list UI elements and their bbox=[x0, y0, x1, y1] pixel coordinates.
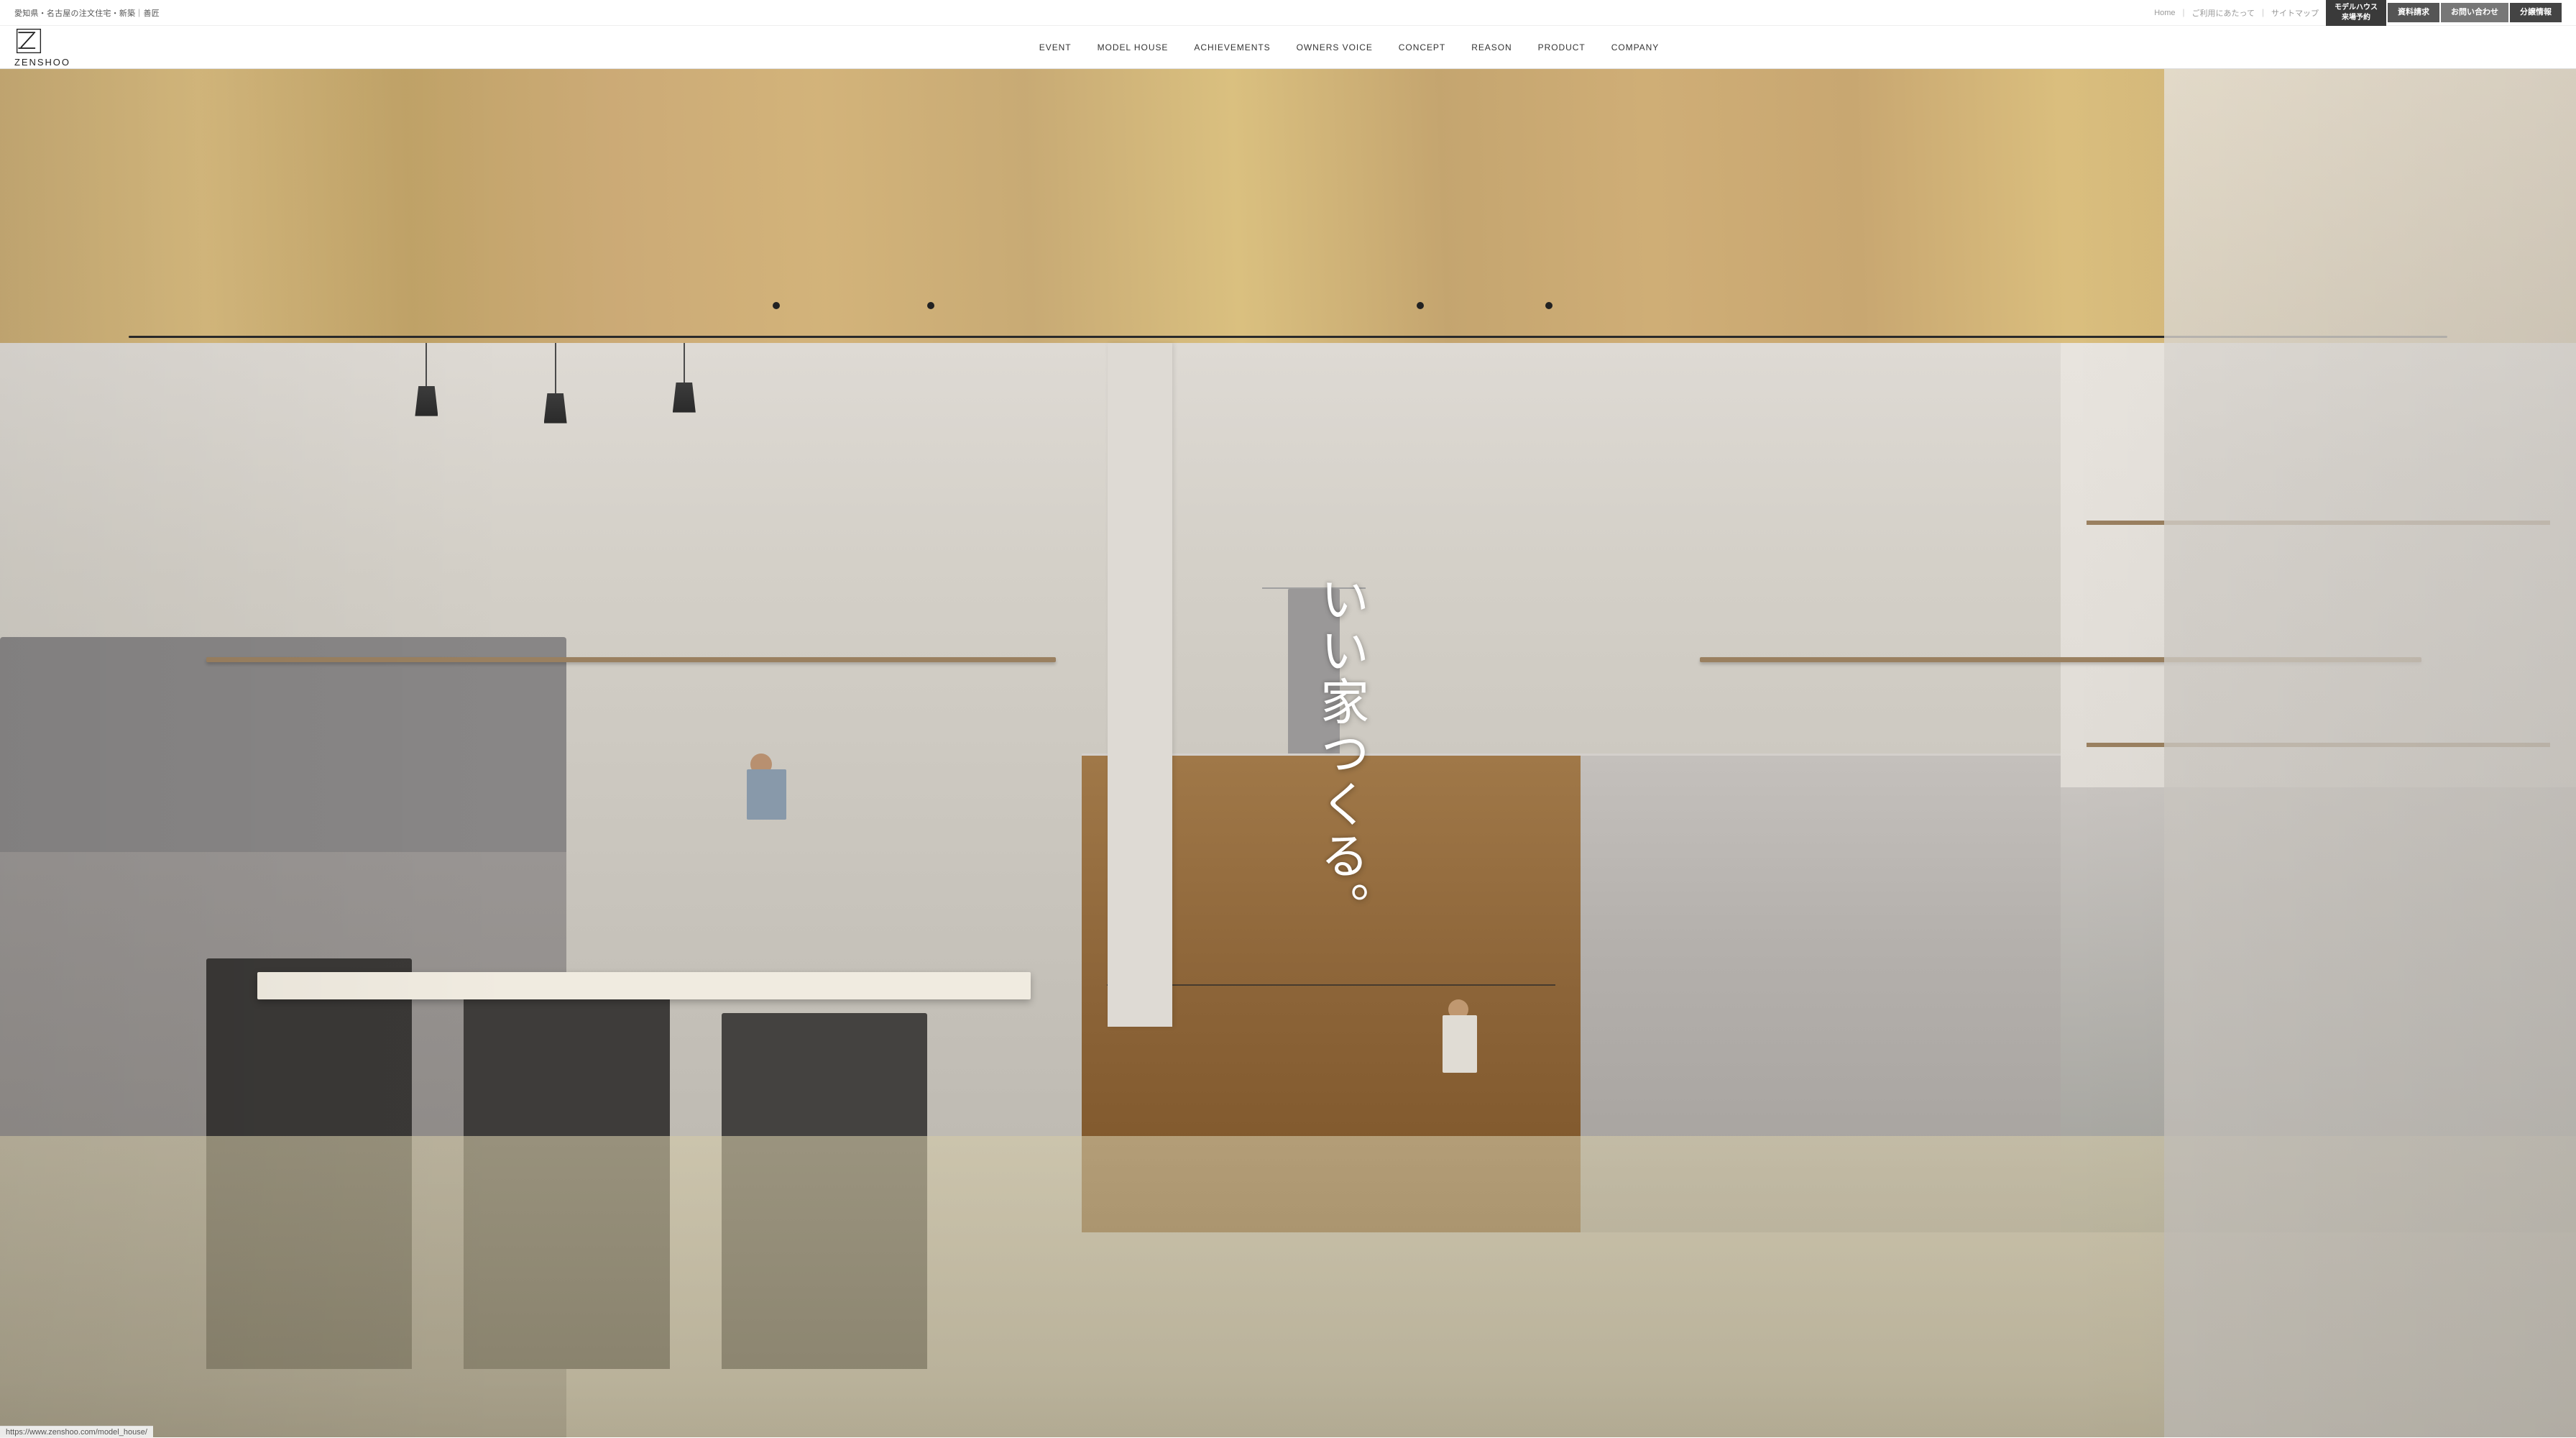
logo-area: ZENSHOO bbox=[14, 27, 108, 68]
nav-links: EVENT MODEL HOUSE ACHIEVEMENTS OWNERS VO… bbox=[137, 26, 2562, 69]
nav-item-reason[interactable]: REASON bbox=[1458, 26, 1524, 69]
tagline: 愛知県・名古屋の注文住宅・新築｜善匠 bbox=[14, 7, 160, 19]
nav-item-product[interactable]: PRODUCT bbox=[1525, 26, 1598, 69]
nav-item-event[interactable]: EVENT bbox=[1026, 26, 1085, 69]
nav-item-achievements[interactable]: ACHIEVEMENTS bbox=[1181, 26, 1283, 69]
brochure-button[interactable]: 資料請求 bbox=[2388, 3, 2439, 22]
url-bar: https://www.zenshoo.com/model_house/ bbox=[0, 1426, 153, 1438]
logo-text: ZENSHOO bbox=[14, 57, 70, 68]
nav-item-company[interactable]: COMPANY bbox=[1598, 26, 1673, 69]
terms-link[interactable]: ご利用にあたって bbox=[2192, 7, 2255, 19]
nav-item-concept[interactable]: CONCEPT bbox=[1386, 26, 1458, 69]
model-house-visit-line2: 来場予約 bbox=[2334, 13, 2378, 23]
header-top-right: Home ｜ ご利用にあたって ｜ サイトマップ モデルハウス 来場予約 資料請… bbox=[2154, 0, 2562, 26]
logo-icon bbox=[14, 27, 43, 55]
hero-overlay bbox=[0, 69, 2576, 1437]
home-link[interactable]: Home bbox=[2154, 9, 2175, 17]
contact-button[interactable]: お問い合わせ bbox=[2441, 3, 2508, 22]
hero-tagline: いい家つくる。 bbox=[1310, 574, 1369, 933]
main-navigation: ZENSHOO EVENT MODEL HOUSE ACHIEVEMENTS O… bbox=[0, 26, 2576, 69]
nav-item-owners-voice[interactable]: OWNERS VOICE bbox=[1284, 26, 1386, 69]
cta-button-group: モデルハウス 来場予約 資料請求 お問い合わせ 分譲情報 bbox=[2326, 0, 2562, 26]
hero-section: いい家つくる。 bbox=[0, 69, 2576, 1437]
sitemap-link[interactable]: サイトマップ bbox=[2271, 7, 2319, 19]
top-nav-links: Home ｜ ご利用にあたって ｜ サイトマップ bbox=[2154, 7, 2319, 19]
nav-item-model-house[interactable]: MODEL HOUSE bbox=[1085, 26, 1182, 69]
info-button[interactable]: 分譲情報 bbox=[2510, 3, 2562, 22]
url-text: https://www.zenshoo.com/model_house/ bbox=[6, 1428, 147, 1437]
model-house-visit-button[interactable]: モデルハウス 来場予約 bbox=[2326, 0, 2386, 26]
separator-1: ｜ bbox=[2180, 7, 2188, 19]
separator-2: ｜ bbox=[2259, 7, 2267, 19]
header-top-bar: 愛知県・名古屋の注文住宅・新築｜善匠 Home ｜ ご利用にあたって ｜ サイト… bbox=[0, 0, 2576, 26]
model-house-visit-line1: モデルハウス bbox=[2334, 3, 2378, 13]
